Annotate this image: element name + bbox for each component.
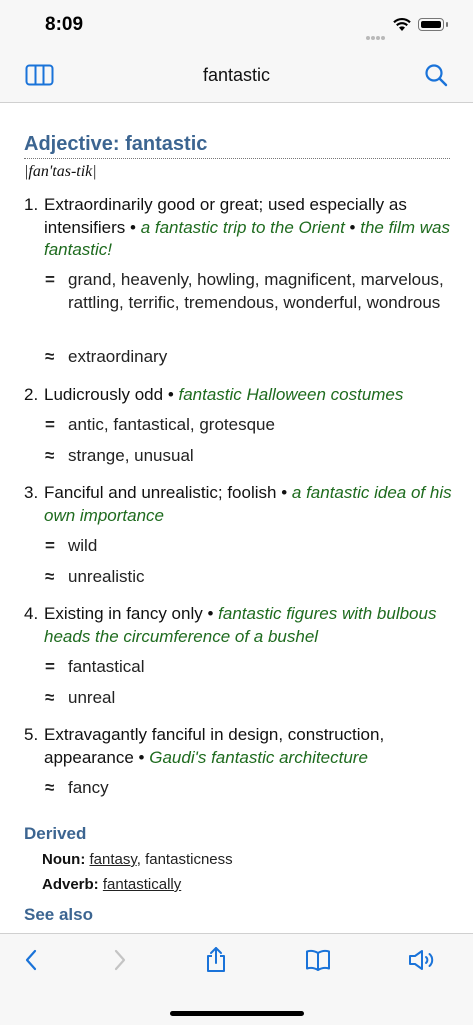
entry-heading: Adjective: fantastic [24,133,450,159]
similar-list[interactable]: fancy [68,776,445,799]
synonyms-row: = fantastical [45,655,445,678]
bullet: • [167,385,174,404]
sense-number: 2. [24,385,39,404]
equals-icon: = [45,270,55,289]
sense-number: 3. [24,483,39,502]
example: a fantastic trip to the Orient [140,217,345,237]
wifi-icon [393,18,411,31]
status-time: 8:09 [45,14,84,35]
equals-icon: = [45,657,55,676]
noun-rest: , fantasticness [136,851,233,868]
similar-row: ≈ fancy [45,776,445,799]
navigation-bar: fantastic [0,50,473,103]
similar-row: ≈ unreal [45,686,445,709]
cellular-signal-icon [366,27,386,45]
synonym-list[interactable]: grand, heavenly, howling, magnificent, m… [68,268,445,314]
approx-icon: ≈ [45,688,55,707]
sense-number: 1. [24,195,39,214]
sense-definition: Existing in fancy only [44,604,203,623]
forward-icon[interactable] [112,948,128,972]
fantasy-link[interactable]: fantasy [90,851,137,868]
fantastically-link[interactable]: fantastically [103,876,181,893]
similar-row: ≈ extraordinary [45,345,445,368]
bottom-toolbar [0,933,473,1025]
synonyms-row: = antic, fantastical, grotesque [45,413,445,436]
approx-icon: ≈ [45,446,55,465]
similar-list[interactable]: unrealistic [68,565,445,588]
similar-row: ≈ unrealistic [45,565,445,588]
battery-icon [418,18,448,31]
sense-4: 4. Existing in fancy only • fantastic fi… [24,603,454,648]
synonym-list[interactable]: wild [68,534,445,557]
synonyms-row: = grand, heavenly, howling, magnificent,… [45,268,445,314]
adverb-label: Adverb: [42,876,99,893]
similar-row: ≈ strange, unusual [45,444,445,467]
pronunciation: |fan'tas-tik| [24,163,97,180]
approx-icon: ≈ [45,347,55,366]
bullet: • [349,217,356,237]
derived-noun-row: Noun: fantasy, fantasticness [42,851,233,868]
status-bar: 8:09 [0,0,473,50]
sense-2: 2. Ludicrously odd • fantastic Halloween… [24,384,454,407]
synonym-list[interactable]: antic, fantastical, grotesque [68,413,445,436]
synonym-list[interactable]: fantastical [68,655,445,678]
share-icon[interactable] [204,945,228,973]
noun-label: Noun: [42,851,86,868]
back-icon[interactable] [23,948,39,972]
derived-heading: Derived [24,824,87,843]
sense-definition: Fanciful and unrealistic; foolish [44,483,277,502]
example: fantastic Halloween costumes [178,385,404,404]
approx-icon: ≈ [45,778,55,797]
search-icon[interactable] [424,63,448,87]
home-indicator [170,1011,304,1016]
bullet: • [281,483,288,502]
definition-content[interactable]: Adjective: fantastic |fan'tas-tik| 1. Ex… [0,103,473,933]
approx-icon: ≈ [45,567,55,586]
equals-icon: = [45,536,55,555]
sense-definition: Ludicrously odd [44,385,164,404]
bullet: • [138,747,145,767]
page-title: fantastic [202,65,271,85]
bullet: • [207,604,214,623]
sense-5: 5. Extravagantly fanciful in design, con… [24,724,454,769]
sense-1: 1. Extraordinarily good or great; used e… [24,194,454,262]
bookmarks-icon[interactable] [305,949,331,971]
similar-list[interactable]: strange, unusual [68,444,445,467]
similar-list[interactable]: extraordinary [68,345,445,368]
similar-list[interactable]: unreal [68,686,445,709]
example: Gaudi's fantastic architecture [149,747,368,767]
equals-icon: = [45,415,55,434]
bullet: • [130,217,136,237]
sense-number: 4. [24,604,39,623]
see-also-heading: See also [24,905,93,924]
sense-number: 5. [24,725,39,744]
speaker-icon[interactable] [408,948,438,972]
synonyms-row: = wild [45,534,445,557]
sense-3: 3. Fanciful and unrealistic; foolish • a… [24,482,454,527]
derived-adverb-row: Adverb: fantastically [42,876,181,893]
